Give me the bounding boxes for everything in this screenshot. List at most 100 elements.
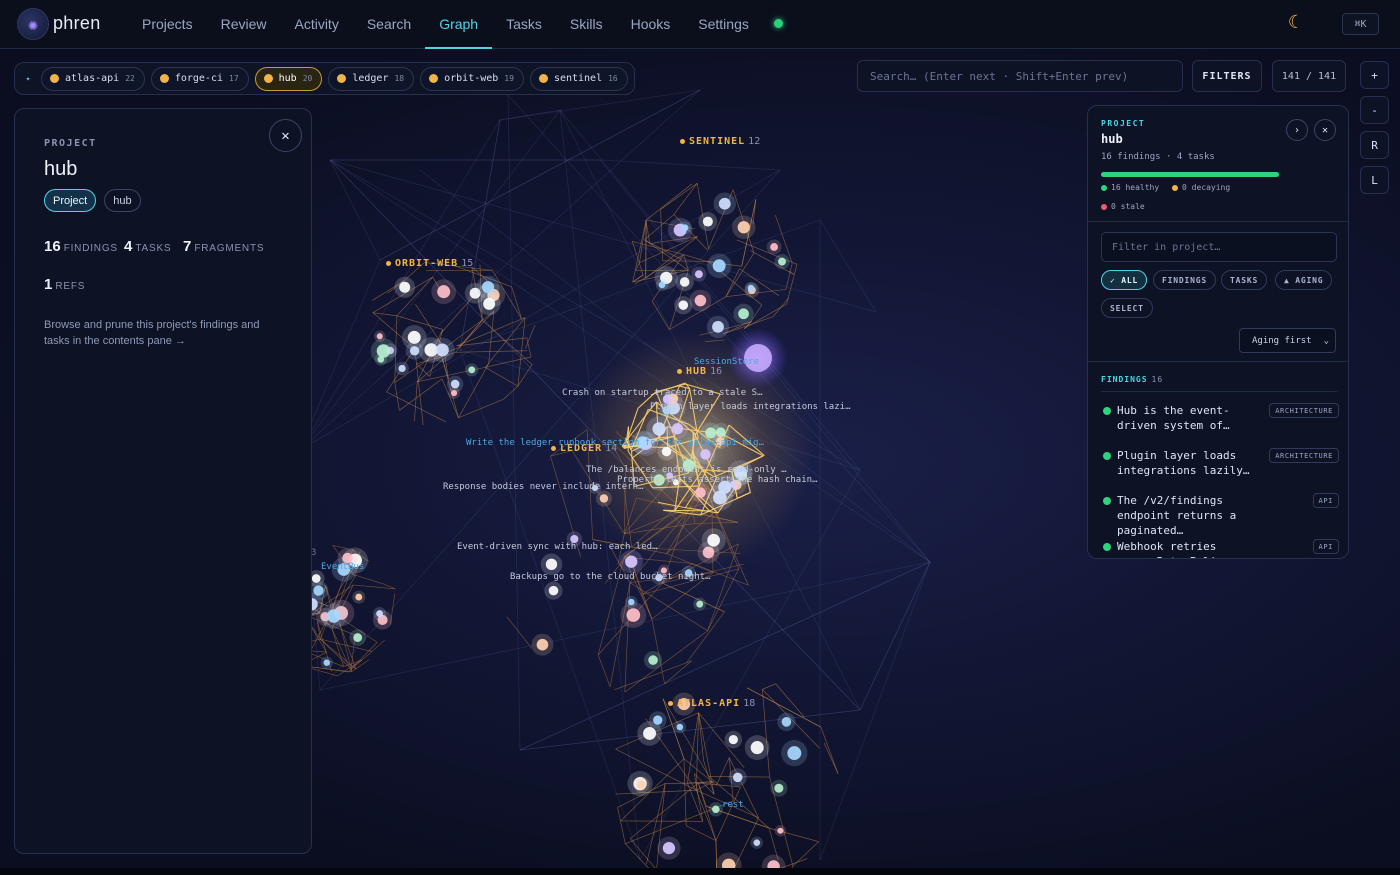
moon-icon[interactable]: ☾ bbox=[1288, 12, 1299, 33]
node-atlas-api[interactable] bbox=[732, 772, 743, 783]
project-chip-ledger[interactable]: ledger 18 bbox=[328, 66, 415, 91]
node-label[interactable]: Event-driven sync with hub: each led… bbox=[457, 542, 657, 552]
node-sentinel[interactable] bbox=[702, 216, 713, 227]
node-orbit-web[interactable] bbox=[481, 281, 495, 294]
nav-search[interactable]: Search bbox=[353, 0, 425, 49]
filter-pill-findings[interactable]: FINDINGS bbox=[1153, 270, 1216, 290]
node-label[interactable]: Property tests assert the hash chain… bbox=[617, 475, 817, 485]
node-ledger[interactable] bbox=[628, 598, 635, 606]
node-ledger[interactable] bbox=[545, 558, 558, 570]
node-sentinel[interactable] bbox=[712, 321, 724, 333]
node-sentinel[interactable] bbox=[778, 257, 787, 266]
node-hub[interactable] bbox=[700, 449, 711, 460]
node-label[interactable]: SessionStore bbox=[694, 357, 759, 367]
finding-item[interactable]: Hub is the event-driven system of… ARCHIT… bbox=[1101, 403, 1339, 443]
node-atlas-api[interactable] bbox=[636, 780, 646, 790]
node-atlas-api[interactable] bbox=[787, 746, 802, 761]
nav-graph[interactable]: Graph bbox=[425, 0, 493, 49]
node-atlas-api[interactable] bbox=[662, 841, 676, 855]
node-label[interactable]: The /balances endpoint is read-only … bbox=[586, 465, 786, 475]
node-ledger[interactable] bbox=[626, 608, 641, 622]
node-forge-ci[interactable] bbox=[355, 593, 363, 601]
node-label[interactable]: Crash on startup traced to a stale S… bbox=[562, 388, 762, 398]
node-atlas-api[interactable] bbox=[643, 726, 657, 740]
reset-view-button[interactable]: R bbox=[1360, 131, 1389, 159]
node-sentinel[interactable] bbox=[681, 224, 689, 232]
node-ledger[interactable] bbox=[696, 600, 704, 608]
node-sentinel[interactable] bbox=[712, 259, 726, 273]
node-forge-ci[interactable] bbox=[376, 610, 384, 617]
graph-search-input[interactable] bbox=[857, 60, 1183, 92]
node-sentinel[interactable] bbox=[658, 281, 666, 289]
node-atlas-api[interactable] bbox=[676, 723, 684, 731]
node-hub[interactable] bbox=[695, 487, 706, 498]
node-atlas-api[interactable] bbox=[781, 717, 792, 727]
node-label[interactable]: rest bbox=[722, 800, 744, 810]
node-orbit-web[interactable] bbox=[377, 356, 385, 363]
nav-projects[interactable]: Projects bbox=[128, 0, 207, 49]
node-sentinel[interactable] bbox=[694, 294, 707, 307]
project-chip-orbit-web[interactable]: orbit-web 19 bbox=[420, 66, 524, 91]
node-orbit-web[interactable] bbox=[409, 346, 420, 356]
node-label[interactable]: Backups go to the cloud bucket night… bbox=[510, 572, 710, 582]
sparkle-icon[interactable]: ✦ bbox=[21, 74, 35, 83]
command-palette-shortcut[interactable]: ⌘K bbox=[1342, 13, 1379, 35]
project-chip-atlas-api[interactable]: atlas-api 22 bbox=[41, 66, 145, 91]
node-sentinel[interactable] bbox=[694, 270, 703, 279]
node-sentinel[interactable] bbox=[679, 277, 690, 287]
node-hub[interactable] bbox=[671, 423, 684, 435]
finding-item[interactable]: Webhook retries reuse RetryPolicy with e… bbox=[1101, 539, 1339, 558]
tag-hub[interactable]: hub bbox=[104, 189, 141, 212]
node-orbit-web[interactable] bbox=[399, 281, 411, 293]
node-hub[interactable] bbox=[652, 422, 666, 436]
node-orbit-web[interactable] bbox=[437, 285, 451, 299]
sort-select[interactable]: Aging first ⌄ bbox=[1239, 328, 1336, 353]
node-forge-ci[interactable] bbox=[323, 659, 331, 666]
project-chip-hub[interactable]: hub 20 bbox=[254, 66, 323, 91]
chevron-right-icon[interactable]: › bbox=[1286, 119, 1308, 141]
finding-item[interactable]: Plugin layer loads integrations lazily… A… bbox=[1101, 448, 1339, 488]
nav-settings[interactable]: Settings bbox=[684, 0, 763, 49]
zoom-in-button[interactable]: + bbox=[1360, 61, 1389, 89]
cluster-label-sentinel[interactable]: SENTINEL 12 bbox=[680, 136, 760, 147]
node-sentinel[interactable] bbox=[737, 221, 750, 234]
node-atlas-api[interactable] bbox=[728, 734, 738, 745]
layout-button[interactable]: L bbox=[1360, 166, 1389, 194]
node-forge-ci[interactable] bbox=[353, 633, 363, 642]
filter-pill-select[interactable]: SELECT bbox=[1101, 298, 1153, 318]
node-orbit-web[interactable] bbox=[450, 379, 460, 389]
node-hub[interactable] bbox=[712, 490, 727, 505]
node-orbit-web[interactable] bbox=[450, 389, 458, 397]
node-orbit-web[interactable] bbox=[435, 343, 449, 357]
node-atlas-api[interactable] bbox=[753, 839, 761, 846]
node-atlas-api[interactable] bbox=[777, 827, 784, 834]
nav-tasks[interactable]: Tasks bbox=[492, 0, 556, 49]
node-atlas-api[interactable] bbox=[653, 715, 663, 725]
node-sentinel[interactable] bbox=[747, 284, 755, 292]
node-sentinel[interactable] bbox=[718, 197, 731, 210]
node-label[interactable]: EventBus bbox=[321, 562, 364, 572]
zoom-out-button[interactable]: - bbox=[1360, 96, 1389, 124]
brain-icon[interactable]: ✺ bbox=[17, 8, 49, 40]
nav-skills[interactable]: Skills bbox=[556, 0, 617, 49]
cluster-label-hub[interactable]: HUB 16 bbox=[677, 366, 722, 377]
finding-item[interactable]: The /v2/findings endpoint returns a pagi… bbox=[1101, 493, 1339, 537]
node-sentinel[interactable] bbox=[678, 300, 689, 310]
node-ledger[interactable] bbox=[648, 655, 658, 665]
node-sentinel[interactable] bbox=[738, 308, 749, 320]
node-hub[interactable] bbox=[661, 446, 672, 457]
node-orbit-web[interactable] bbox=[468, 366, 476, 374]
node-label[interactable]: Plugin layer loads integrations lazi… bbox=[650, 402, 850, 412]
nav-activity[interactable]: Activity bbox=[280, 0, 352, 49]
filter-pill-all[interactable]: ✓ ALL bbox=[1101, 270, 1148, 290]
brand-name[interactable]: phren bbox=[53, 13, 101, 34]
node-atlas-api[interactable] bbox=[774, 783, 784, 793]
cluster-label-atlas-api[interactable]: ATLAS-API 18 bbox=[668, 698, 755, 709]
close-icon[interactable]: ✕ bbox=[1314, 119, 1336, 141]
node-forge-ci[interactable] bbox=[327, 609, 341, 623]
project-chip-sentinel[interactable]: sentinel 16 bbox=[529, 66, 628, 91]
node-label[interactable]: Write the ledger runbook section for the… bbox=[466, 438, 764, 448]
node-ledger[interactable] bbox=[548, 585, 559, 596]
tag-project[interactable]: Project bbox=[44, 189, 97, 212]
node-ledger[interactable] bbox=[536, 638, 549, 651]
